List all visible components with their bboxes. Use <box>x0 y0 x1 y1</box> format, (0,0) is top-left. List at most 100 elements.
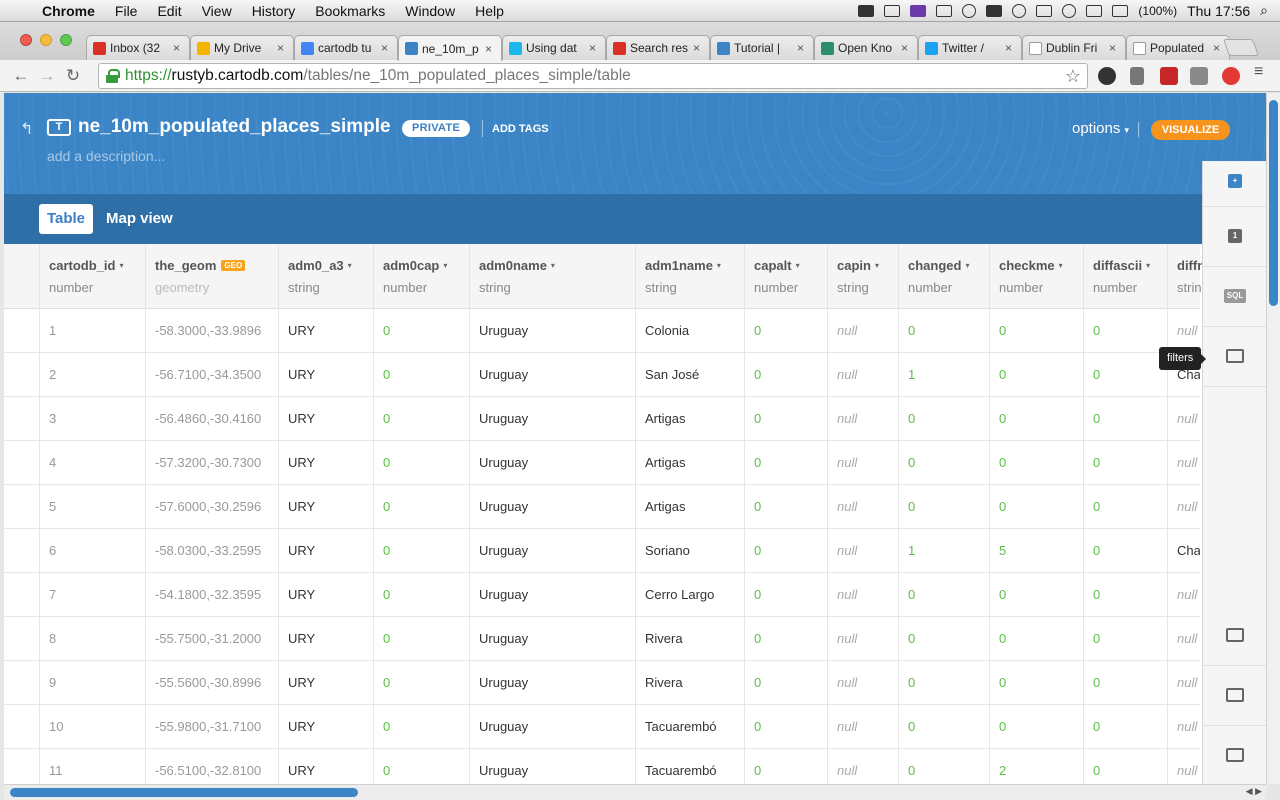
cell-diffascii[interactable]: 0 <box>1083 397 1167 441</box>
cell-adm0name[interactable]: Uruguay <box>469 397 635 441</box>
cell-diffnote[interactable]: null <box>1167 397 1200 441</box>
cell-the_geom[interactable]: -58.0300,-33.2595 <box>145 529 278 573</box>
wifi-icon[interactable] <box>1062 3 1077 18</box>
cell-adm0_a3[interactable]: URY <box>278 485 373 529</box>
cell-the_geom[interactable]: -55.7500,-31.2000 <box>145 617 278 661</box>
volume-icon[interactable] <box>1086 4 1103 17</box>
browser-tab[interactable]: ne_10m_p × <box>398 35 502 61</box>
cell-adm0name[interactable]: Uruguay <box>469 309 635 353</box>
close-tab-icon[interactable]: × <box>173 41 183 55</box>
cell-adm0cap[interactable]: 0 <box>373 309 469 353</box>
cell-changed[interactable]: 0 <box>898 485 989 529</box>
cell-diffascii[interactable]: 0 <box>1083 705 1167 749</box>
cell-diffascii[interactable]: 0 <box>1083 529 1167 573</box>
cell-adm0_a3[interactable]: URY <box>278 661 373 705</box>
reload-icon[interactable]: ↻ <box>60 66 86 86</box>
cell-diffnote[interactable]: null <box>1167 705 1200 749</box>
cell-capalt[interactable]: 0 <box>744 441 827 485</box>
cell-adm1name[interactable]: Soriano <box>635 529 744 573</box>
column-header-adm0cap[interactable]: adm0cap ▾ number <box>373 244 469 309</box>
clock[interactable]: Thu 17:56 <box>1187 3 1250 19</box>
browser-tab[interactable]: Dublin Fri × <box>1022 35 1126 60</box>
cell-cartodb_id[interactable]: 3 <box>39 397 145 441</box>
cell-adm0cap[interactable]: 0 <box>373 661 469 705</box>
cell-the_geom[interactable]: -55.9800,-31.7100 <box>145 705 278 749</box>
close-tab-icon[interactable]: × <box>693 41 703 55</box>
add-layer-button[interactable]: + <box>1203 161 1266 207</box>
cell-diffascii[interactable]: 0 <box>1083 485 1167 529</box>
cell-capin[interactable]: null <box>827 749 898 784</box>
browser-tab[interactable]: Populated × <box>1126 35 1230 60</box>
cell-capin[interactable]: null <box>827 617 898 661</box>
cell-adm0cap[interactable]: 0 <box>373 485 469 529</box>
address-bar[interactable]: https:// rustyb.cartodb.com /tables/ne_1… <box>98 63 1088 89</box>
cell-adm0_a3[interactable]: URY <box>278 705 373 749</box>
column-menu-caret-icon[interactable]: ▾ <box>1146 261 1150 270</box>
cell-capalt[interactable]: 0 <box>744 661 827 705</box>
cell-capalt[interactable]: 0 <box>744 309 827 353</box>
cell-the_geom[interactable]: -57.3200,-30.7300 <box>145 441 278 485</box>
cell-capin[interactable]: null <box>827 485 898 529</box>
cell-cartodb_id[interactable]: 7 <box>39 573 145 617</box>
chart-extension-icon[interactable] <box>1160 67 1178 85</box>
cell-capin[interactable]: null <box>827 441 898 485</box>
cell-capalt[interactable]: 0 <box>744 617 827 661</box>
browser-tab[interactable]: Tutorial | × <box>710 35 814 60</box>
bluetooth-like-icon[interactable] <box>884 4 901 17</box>
cell-cartodb_id[interactable]: 11 <box>39 749 145 784</box>
cell-checkme[interactable]: 0 <box>989 705 1083 749</box>
column-menu-caret-icon[interactable]: ▾ <box>443 261 447 270</box>
cell-cartodb_id[interactable]: 4 <box>39 441 145 485</box>
browser-tab[interactable]: Open Kno × <box>814 35 918 60</box>
browser-tab[interactable]: Using dat × <box>502 35 606 60</box>
cell-adm0name[interactable]: Uruguay <box>469 353 635 397</box>
close-tab-icon[interactable]: × <box>381 41 391 55</box>
cell-adm1name[interactable]: Rivera <box>635 617 744 661</box>
horizontal-scrollbar[interactable]: ◀ ▶ <box>4 784 1266 800</box>
cell-diffnote[interactable]: Changed <box>1167 529 1200 573</box>
cell-adm0name[interactable]: Uruguay <box>469 441 635 485</box>
column-header-the_geom[interactable]: the_geom GEO geometry <box>145 244 278 309</box>
cell-adm1name[interactable]: Tacuarembó <box>635 749 744 784</box>
column-header-adm0_a3[interactable]: adm0_a3 ▾ string <box>278 244 373 309</box>
close-tab-icon[interactable]: × <box>589 41 599 55</box>
column-header-checkme[interactable]: checkme ▾ number <box>989 244 1083 309</box>
menu-file[interactable]: File <box>105 3 148 19</box>
close-tab-icon[interactable]: × <box>277 41 287 55</box>
close-tab-icon[interactable]: × <box>485 42 495 56</box>
back-arrow-icon[interactable]: ↰ <box>20 119 33 139</box>
cell-capalt[interactable]: 0 <box>744 529 827 573</box>
cell-adm0name[interactable]: Uruguay <box>469 573 635 617</box>
cell-the_geom[interactable]: -56.7100,-34.3500 <box>145 353 278 397</box>
extension-dark-icon[interactable] <box>1098 67 1116 85</box>
cell-changed[interactable]: 0 <box>898 309 989 353</box>
column-menu-caret-icon[interactable]: ▾ <box>551 261 555 270</box>
cell-changed[interactable]: 1 <box>898 353 989 397</box>
cell-diffascii[interactable]: 0 <box>1083 353 1167 397</box>
table-name[interactable]: ne_10m_populated_places_simple <box>78 116 391 138</box>
cell-diffnote[interactable]: null <box>1167 749 1200 784</box>
cell-diffnote[interactable]: null <box>1167 441 1200 485</box>
description-field[interactable]: add a description... <box>47 148 165 164</box>
cell-changed[interactable]: 1 <box>898 529 989 573</box>
cell-adm1name[interactable]: San José <box>635 353 744 397</box>
bluetooth-icon[interactable] <box>1036 4 1053 17</box>
cell-adm0name[interactable]: Uruguay <box>469 529 635 573</box>
cell-the_geom[interactable]: -54.1800,-32.3595 <box>145 573 278 617</box>
menu-app-name[interactable]: Chrome <box>38 3 105 19</box>
cell-capin[interactable]: null <box>827 529 898 573</box>
column-menu-caret-icon[interactable]: ▾ <box>348 261 352 270</box>
cell-capin[interactable]: null <box>827 397 898 441</box>
add-tags-link[interactable]: ADD TAGS <box>492 123 549 135</box>
cell-adm0_a3[interactable]: URY <box>278 573 373 617</box>
visualize-button[interactable]: VISUALIZE <box>1151 120 1230 140</box>
cell-changed[interactable]: 0 <box>898 661 989 705</box>
cell-the_geom[interactable]: -55.5600,-30.8996 <box>145 661 278 705</box>
cell-diffnote[interactable]: null <box>1167 661 1200 705</box>
column-menu-caret-icon[interactable]: ▾ <box>965 261 969 270</box>
cell-checkme[interactable]: 0 <box>989 661 1083 705</box>
cell-adm0cap[interactable]: 0 <box>373 397 469 441</box>
menu-window[interactable]: Window <box>395 3 465 19</box>
cell-adm0name[interactable]: Uruguay <box>469 705 635 749</box>
menu-history[interactable]: History <box>242 3 306 19</box>
